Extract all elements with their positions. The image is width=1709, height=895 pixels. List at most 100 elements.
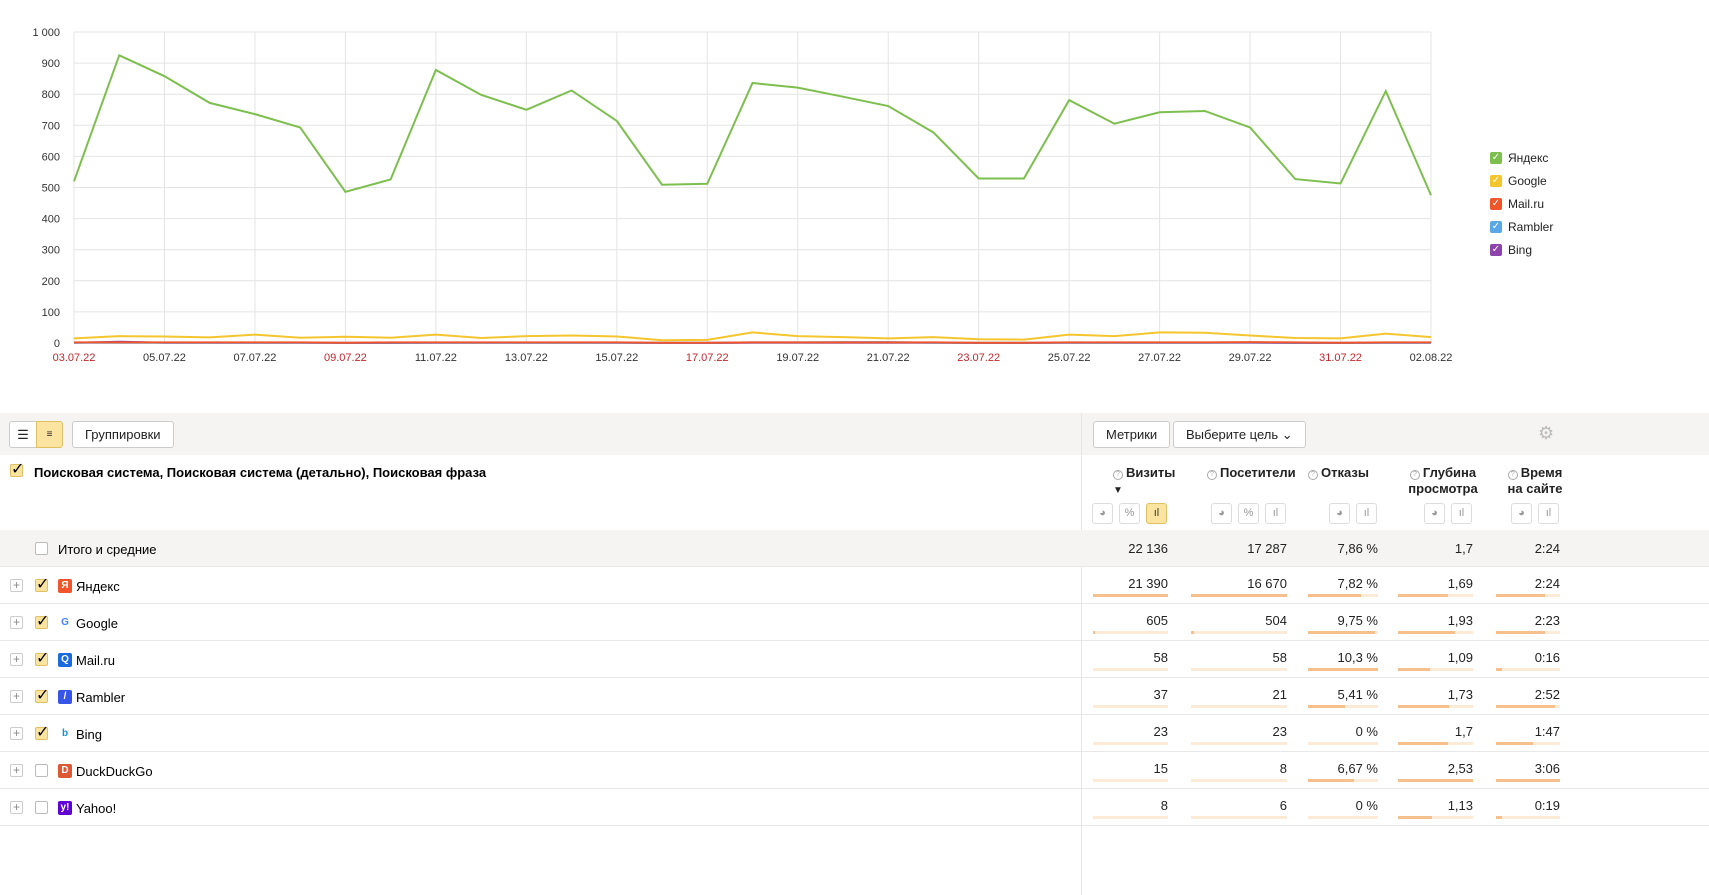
column-header[interactable]: ? Посетители xyxy=(1207,465,1307,481)
row-value: 1,93 xyxy=(1447,613,1473,628)
row-checkbox[interactable] xyxy=(35,574,49,594)
table-row[interactable]: + Q Mail.ru 58 58 10,3 % 1,09 0:16 xyxy=(0,641,1709,678)
x-tick-label: 09.07.22 xyxy=(324,352,367,364)
expand-icon[interactable]: + xyxy=(10,653,23,666)
expand-icon[interactable]: + xyxy=(10,690,23,703)
metrics-button[interactable]: Метрики xyxy=(1093,421,1171,448)
search-engine-logo-icon: G xyxy=(58,616,72,630)
series-line-Mail.ru xyxy=(74,341,1431,344)
row-name[interactable]: Google xyxy=(76,616,118,631)
value-bar xyxy=(1191,594,1287,597)
row-value: 8 xyxy=(1160,798,1168,813)
help-icon[interactable]: ? xyxy=(1409,470,1420,480)
value-bar xyxy=(1191,779,1287,782)
bar-view-button[interactable]: ıl xyxy=(1356,503,1377,524)
value-bar xyxy=(1093,742,1168,745)
pie-view-button[interactable]: ◕ xyxy=(1424,503,1445,524)
pie-view-button[interactable]: ◕ xyxy=(1211,503,1232,524)
row-value: 58 xyxy=(1153,650,1168,665)
bar-view-button[interactable]: ıl xyxy=(1265,503,1286,524)
row-checkbox[interactable] xyxy=(35,611,49,631)
value-bar xyxy=(1398,816,1473,819)
row-name[interactable]: Bing xyxy=(76,727,102,742)
expand-icon[interactable]: + xyxy=(10,727,23,740)
pie-view-button[interactable]: ◕ xyxy=(1511,503,1532,524)
table-row[interactable]: + b Bing 23 23 0 % 1,7 1:47 xyxy=(0,715,1709,752)
pie-view-button[interactable]: ◕ xyxy=(1329,503,1350,524)
x-tick-label: 23.07.22 xyxy=(957,352,1000,364)
column-header[interactable]: ? Глубина просмотра xyxy=(1403,465,1483,497)
expand-icon[interactable]: + xyxy=(10,801,23,814)
goal-select[interactable]: Выберите цель ⌄ xyxy=(1173,421,1306,448)
row-value: 37 xyxy=(1153,687,1168,702)
column-header-label: Отказы xyxy=(1321,465,1369,480)
bar-view-button[interactable]: ıl xyxy=(1538,503,1559,524)
row-name[interactable]: Rambler xyxy=(76,690,125,705)
legend-label: Bing xyxy=(1508,242,1533,257)
expand-icon[interactable]: + xyxy=(10,616,23,629)
row-name[interactable]: Mail.ru xyxy=(76,653,115,668)
row-value: 6 xyxy=(1279,798,1287,813)
row-checkbox[interactable] xyxy=(35,722,49,742)
help-icon[interactable]: ? xyxy=(1308,470,1318,480)
row-checkbox[interactable] xyxy=(35,801,48,814)
y-tick-label: 900 xyxy=(42,58,60,70)
row-value: 0:16 xyxy=(1534,650,1560,665)
table-row[interactable]: + / Rambler 37 21 5,41 % 1,73 2:52 xyxy=(0,678,1709,715)
value-bar xyxy=(1093,631,1168,634)
row-value: 3:06 xyxy=(1534,761,1560,776)
row-value: 2:24 xyxy=(1534,576,1560,591)
row-value: 8 xyxy=(1279,761,1287,776)
table-row[interactable]: + D DuckDuckGo 15 8 6,67 % 2,53 3:06 xyxy=(0,752,1709,789)
x-tick-label: 03.07.22 xyxy=(53,352,96,364)
column-header[interactable]: ? Время на сайте xyxy=(1500,465,1570,497)
legend-item[interactable]: ✓ Mail.ru xyxy=(1490,192,1553,215)
bar-view-button[interactable]: ıl xyxy=(1451,503,1472,524)
pie-view-button[interactable]: ◕ xyxy=(1092,503,1113,524)
row-checkbox[interactable] xyxy=(35,648,49,668)
x-tick-label: 29.07.22 xyxy=(1229,352,1272,364)
table-toolbar: ☰ ≡ Группировки Метрики Выберите цель ⌄ … xyxy=(0,413,1709,455)
table-row[interactable]: + Я Яндекс 21 390 16 670 7,82 % 1,69 2:24 xyxy=(0,567,1709,604)
tree-view-button[interactable]: ≡ xyxy=(36,421,63,448)
legend-item[interactable]: ✓ Яндекс xyxy=(1490,146,1553,169)
legend-item[interactable]: ✓ Google xyxy=(1490,169,1553,192)
legend-checkbox-icon: ✓ xyxy=(1490,174,1502,187)
value-bar xyxy=(1191,816,1287,819)
row-name[interactable]: DuckDuckGo xyxy=(76,764,153,779)
column-header[interactable]: ? Отказы xyxy=(1308,465,1388,481)
row-value: 23 xyxy=(1153,724,1168,739)
flat-view-button[interactable]: ☰ xyxy=(9,421,37,448)
sort-desc-icon[interactable]: ▼ xyxy=(1113,485,1123,496)
totals-row: Итого и средние 22 136 17 287 7,86 % 1,7 2:2… xyxy=(0,530,1709,567)
row-name[interactable]: Яндекс xyxy=(76,579,120,594)
x-tick-label: 15.07.22 xyxy=(595,352,638,364)
row-name[interactable]: Yahoo! xyxy=(76,801,116,816)
value-bar xyxy=(1093,705,1168,708)
legend-item[interactable]: ✓ Bing xyxy=(1490,238,1553,261)
row-value: 21 390 xyxy=(1128,576,1168,591)
expand-icon[interactable]: + xyxy=(10,579,23,592)
value-bar xyxy=(1093,779,1168,782)
row-value: 21 xyxy=(1272,687,1287,702)
column-header[interactable]: ? Визиты ▼ xyxy=(1113,465,1188,499)
totals-checkbox[interactable] xyxy=(35,542,48,555)
gear-icon[interactable]: ⚙ xyxy=(1538,423,1554,444)
percent-view-button[interactable]: % xyxy=(1238,503,1259,524)
row-value: 1,69 xyxy=(1447,576,1473,591)
help-icon[interactable]: ? xyxy=(1507,470,1518,480)
table-row[interactable]: + G Google 605 504 9,75 % 1,93 2:23 xyxy=(0,604,1709,641)
help-icon[interactable]: ? xyxy=(1207,470,1217,480)
help-icon[interactable]: ? xyxy=(1113,470,1123,480)
column-header-label: Визиты xyxy=(1126,465,1176,480)
bar-view-button[interactable]: ıl xyxy=(1146,503,1167,524)
totals-value: 1,7 xyxy=(1454,541,1473,556)
row-checkbox[interactable] xyxy=(35,764,48,777)
groupings-button[interactable]: Группировки xyxy=(72,421,174,448)
row-checkbox[interactable] xyxy=(35,685,49,705)
select-all-checkbox[interactable] xyxy=(10,459,24,479)
table-row[interactable]: + y! Yahoo! 8 6 0 % 1,13 0:19 xyxy=(0,789,1709,826)
expand-icon[interactable]: + xyxy=(10,764,23,777)
percent-view-button[interactable]: % xyxy=(1119,503,1140,524)
legend-item[interactable]: ✓ Rambler xyxy=(1490,215,1553,238)
